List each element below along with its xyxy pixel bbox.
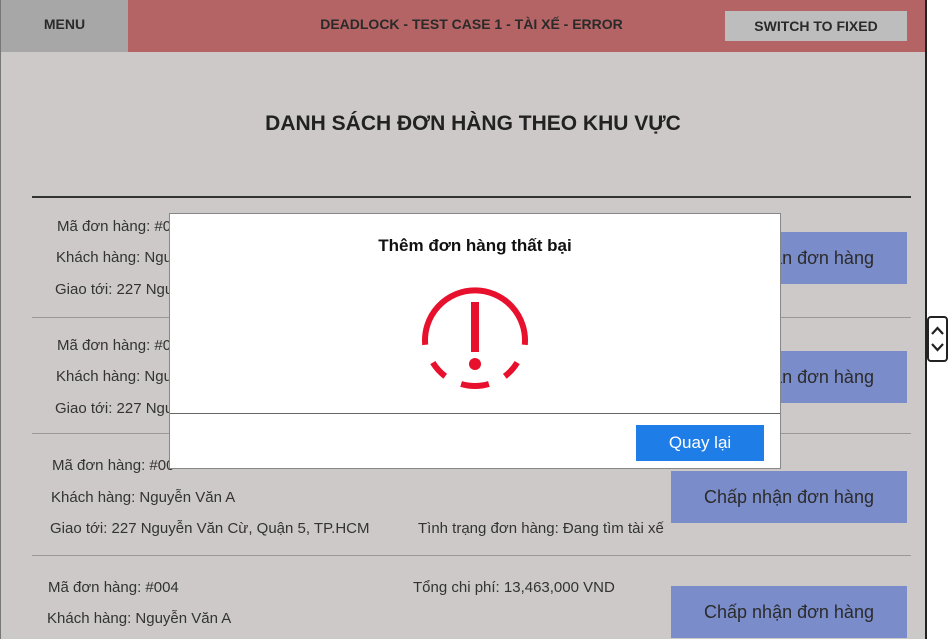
back-button[interactable]: Quay lại <box>636 425 764 461</box>
error-alert-icon <box>422 287 528 389</box>
error-dialog: Thêm đơn hàng thất bại Quay lại <box>169 213 781 469</box>
dialog-title: Thêm đơn hàng thất bại <box>378 236 572 255</box>
scroll-handle[interactable] <box>927 316 948 362</box>
dialog-divider <box>170 413 780 414</box>
dialog-overlay: Thêm đơn hàng thất bại Quay lại <box>1 0 925 639</box>
chevron-up-down-icon <box>931 326 944 352</box>
app-window: MENU DEADLOCK - TEST CASE 1 - TÀI XẾ - E… <box>0 0 925 639</box>
